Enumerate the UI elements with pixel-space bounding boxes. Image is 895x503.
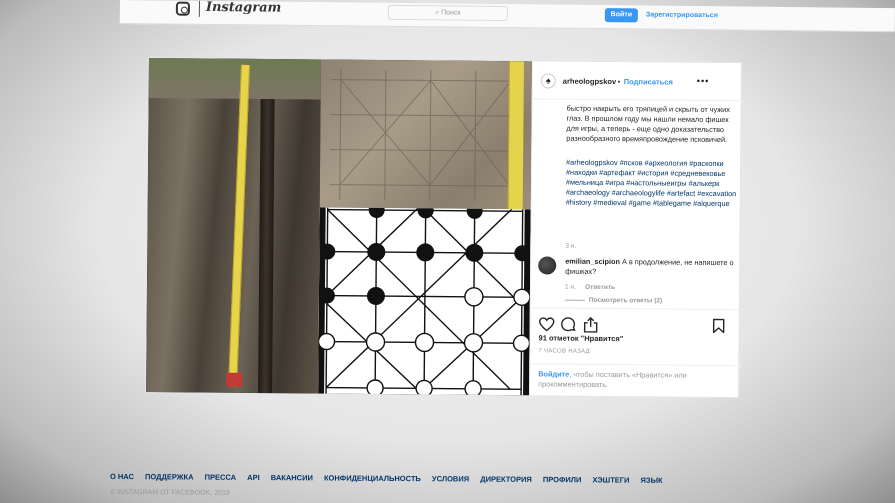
header-separator: •	[617, 77, 621, 87]
comment-icon[interactable]	[561, 317, 577, 333]
signup-link[interactable]: Зарегистрироваться	[646, 12, 718, 20]
comment-item: emilian_scipion А в продолжение, не напи…	[565, 257, 735, 278]
footer-link-support[interactable]: ПОДДЕРЖКА	[145, 472, 194, 481]
instagram-camera-icon[interactable]	[175, 1, 190, 16]
footer-link-about[interactable]: О НАС	[110, 472, 134, 481]
comment-username[interactable]: emilian_scipion	[565, 257, 620, 266]
login-prompt: Войдите, чтобы поставить «Нравится» или …	[530, 363, 742, 398]
photo-board-tape	[507, 61, 524, 210]
share-icon[interactable]	[583, 316, 599, 333]
post-card: ♠ arheologpskov • Подписаться ••• быстро…	[145, 57, 744, 399]
photo-carved-board	[319, 59, 532, 210]
heart-icon[interactable]	[539, 316, 555, 332]
post-sidebar: ♠ arheologpskov • Подписаться ••• быстро…	[529, 61, 744, 398]
photo-plank-crack	[258, 98, 275, 394]
footer-link-press[interactable]: ПРЕССА	[205, 473, 237, 482]
author-avatar[interactable]: ♠	[540, 73, 556, 89]
more-icon[interactable]: •••	[697, 76, 710, 86]
footer-link-language[interactable]: ЯЗЫК	[641, 476, 663, 485]
photo-tape-end	[226, 372, 243, 387]
view-replies-button[interactable]: Посмотреть ответы (2)	[589, 297, 662, 305]
post-timestamp: 7 ЧАСОВ НАЗАД	[538, 348, 590, 355]
comment-timestamp: 1 н.	[564, 283, 576, 291]
logo-divider	[198, 0, 200, 17]
likes-count[interactable]: 91 отметок "Нравится"	[539, 333, 624, 343]
replies-divider	[564, 299, 585, 301]
carved-lines	[329, 69, 512, 201]
footer-link-api[interactable]: API	[247, 473, 260, 482]
post-header: ♠ arheologpskov • Подписаться •••	[532, 61, 744, 102]
footer-link-jobs[interactable]: ВАКАНСИИ	[271, 473, 313, 482]
caption-timestamp: 3 н.	[565, 242, 577, 250]
footer-link-hashtags[interactable]: ХЭШТЕГИ	[592, 475, 629, 484]
bookmark-icon[interactable]	[711, 318, 727, 334]
post-caption: быстро накрыть его тряпицей и скрыть от …	[566, 103, 730, 144]
footer-link-profiles[interactable]: ПРОФИЛИ	[543, 475, 582, 484]
login-prompt-link[interactable]: Войдите	[538, 369, 569, 378]
follow-button[interactable]: Подписаться	[624, 77, 673, 86]
instagram-logo[interactable]: Instagram	[206, 0, 282, 16]
footer-link-privacy[interactable]: КОНФИДЕНЦИАЛЬНОСТЬ	[324, 473, 421, 483]
footer-link-terms[interactable]: УСЛОВИЯ	[432, 474, 469, 483]
search-placeholder: Поиск	[441, 9, 461, 17]
footer-copyright: © INSTAGRAM ОТ FACEBOOK, 2019	[109, 489, 230, 497]
reply-button[interactable]: Ответить	[585, 284, 615, 291]
footer-link-directory[interactable]: ДИРЕКТОРИЯ	[480, 475, 532, 484]
post-photo[interactable]	[146, 58, 532, 396]
alquerque-board-diagram	[318, 207, 531, 396]
footer-links: О НАС ПОДДЕРЖКА ПРЕССА API ВАКАНСИИ КОНФ…	[110, 472, 670, 485]
top-navigation-bar: Instagram ⌕ Поиск Войти Зарегистрировать…	[119, 0, 895, 33]
search-input[interactable]: ⌕ Поиск	[387, 4, 508, 22]
author-username[interactable]: arheologpskov	[563, 77, 616, 86]
commenter-avatar[interactable]	[538, 256, 557, 275]
post-hashtags[interactable]: #arheologpskov #псков #археология #раско…	[566, 158, 738, 209]
login-button[interactable]: Войти	[604, 8, 638, 23]
